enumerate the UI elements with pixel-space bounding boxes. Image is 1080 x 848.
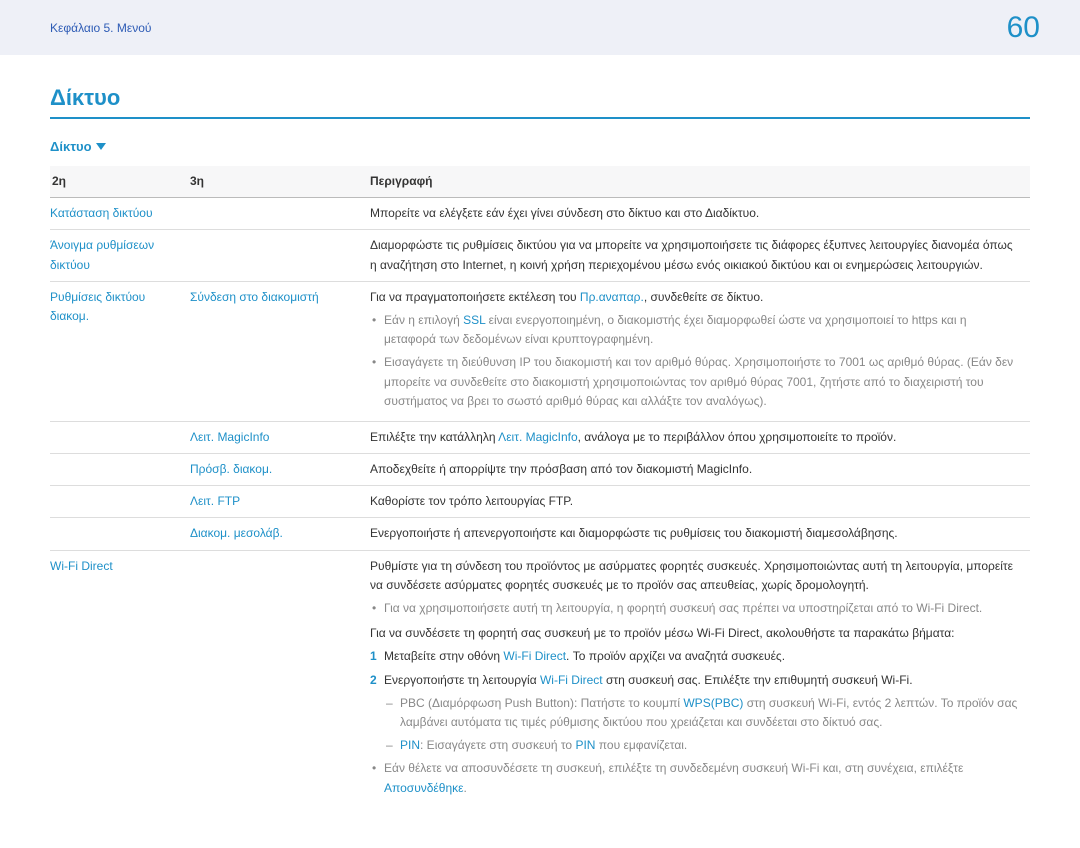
dash-list: PBC (Διαμόρφωση Push Button): Πατήστε το… [384, 694, 1020, 756]
cell-l1 [50, 486, 190, 518]
list-item: Ενεργοποιήστε τη λειτουργία Wi-Fi Direct… [384, 671, 1020, 756]
cell-desc: Ενεργοποιήστε ή απενεργοποιήστε και διαμ… [370, 518, 1030, 550]
list-item: Εάν η επιλογή SSL είναι ενεργοποιημένη, … [384, 311, 1020, 349]
text: Εάν θέλετε να αποσυνδέσετε τη συσκευή, ε… [384, 761, 963, 775]
cell-l2: Πρόσβ. διακομ. [190, 454, 370, 486]
cell-l1: Ρυθμίσεις δικτύου διακομ. [50, 281, 190, 421]
list-item: PBC (Διαμόρφωση Push Button): Πατήστε το… [400, 694, 1020, 732]
cell-l1 [50, 454, 190, 486]
cell-l2: Λειτ. FTP [190, 486, 370, 518]
cell-desc: Για να πραγματοποιήσετε εκτέλεση του Πρ.… [370, 281, 1030, 421]
inline-term: SSL [463, 313, 485, 327]
cell-l1 [50, 518, 190, 550]
table-row: Κατάσταση δικτύου Μπορείτε να ελέγξετε ε… [50, 198, 1030, 230]
text: Ενεργοποιήστε τη λειτουργία [384, 673, 540, 687]
text: Για να πραγματοποιήσετε εκτέλεση του [370, 290, 580, 304]
inline-term: WPS(PBC) [683, 696, 743, 710]
list-item: Μεταβείτε στην οθόνη Wi-Fi Direct. Το πρ… [384, 647, 1020, 666]
section-heading: Δίκτυο [50, 139, 1030, 154]
inline-term: PIN [400, 738, 420, 752]
page-number: 60 [1007, 11, 1040, 45]
cell-l1: Κατάσταση δικτύου [50, 198, 190, 230]
page-header: Κεφάλαιο 5. Μενού 60 [0, 0, 1080, 55]
text: , συνδεθείτε σε δίκτυο. [644, 290, 764, 304]
section-label-text: Δίκτυο [50, 139, 92, 154]
inline-term: Wi-Fi Direct [503, 649, 566, 663]
inline-term: Λειτ. MagicInfo [498, 430, 577, 444]
cell-l2 [190, 550, 370, 808]
text: , ανάλογα με το περιβάλλον όπου χρησιμοπ… [578, 430, 897, 444]
cell-l2: Διακομ. μεσολάβ. [190, 518, 370, 550]
text: που εμφανίζεται. [595, 738, 687, 752]
inline-term: Wi-Fi Direct [540, 673, 603, 687]
page-content: Δίκτυο Δίκτυο 2η 3η Περιγραφή Κατάσταση … [0, 55, 1080, 848]
cell-desc: Ρυθμίστε για τη σύνδεση του προϊόντος με… [370, 550, 1030, 808]
list-item: Εάν θέλετε να αποσυνδέσετε τη συσκευή, ε… [384, 759, 1020, 797]
bullet-list: Για να χρησιμοποιήσετε αυτή τη λειτουργί… [370, 599, 1020, 618]
text: Εάν η επιλογή [384, 313, 463, 327]
breadcrumb: Κεφάλαιο 5. Μενού [50, 21, 151, 35]
step-list: Μεταβείτε στην οθόνη Wi-Fi Direct. Το πρ… [370, 647, 1020, 755]
cell-l1: Wi-Fi Direct [50, 550, 190, 808]
paragraph: Για να συνδέσετε τη φορητή σας συσκευή μ… [370, 624, 1020, 643]
cell-desc: Αποδεχθείτε ή απορρίψτε την πρόσβαση από… [370, 454, 1030, 486]
cell-desc: Διαμορφώστε τις ρυθμίσεις δικτύου για να… [370, 230, 1030, 281]
cell-desc: Μπορείτε να ελέγξετε εάν έχει γίνει σύνδ… [370, 198, 1030, 230]
col-header-2: 3η [190, 166, 370, 198]
text: Επιλέξτε την κατάλληλη [370, 430, 498, 444]
cell-l2: Σύνδεση στο διακομιστή [190, 281, 370, 421]
text: PBC (Διαμόρφωση Push Button): Πατήστε το… [400, 696, 683, 710]
table-row: Λειτ. FTP Καθορίστε τον τρόπο λειτουργία… [50, 486, 1030, 518]
inline-term: Πρ.αναπαρ. [580, 290, 644, 304]
col-header-3: Περιγραφή [370, 166, 1030, 198]
list-item: Εισαγάγετε τη διεύθυνση IP του διακομιστ… [384, 353, 1020, 411]
table-row: Άνοιγμα ρυθμίσεων δικτύου Διαμορφώστε τι… [50, 230, 1030, 281]
table-row: Λειτ. MagicInfo Επιλέξτε την κατάλληλη Λ… [50, 421, 1030, 453]
cell-l1 [50, 421, 190, 453]
cell-desc: Καθορίστε τον τρόπο λειτουργίας FTP. [370, 486, 1030, 518]
text: . Το προϊόν αρχίζει να αναζητά συσκευές. [566, 649, 785, 663]
triangle-down-icon [96, 143, 106, 150]
cell-l2: Λειτ. MagicInfo [190, 421, 370, 453]
bullet-list: Εάν θέλετε να αποσυνδέσετε τη συσκευή, ε… [370, 759, 1020, 797]
text: στη συσκευή σας. Επιλέξτε την επιθυμητή … [603, 673, 913, 687]
page-title: Δίκτυο [50, 85, 1030, 119]
bullet-list: Εάν η επιλογή SSL είναι ενεργοποιημένη, … [370, 311, 1020, 411]
table-row: Πρόσβ. διακομ. Αποδεχθείτε ή απορρίψτε τ… [50, 454, 1030, 486]
table-header-row: 2η 3η Περιγραφή [50, 166, 1030, 198]
text: : Εισαγάγετε στη συσκευή το [420, 738, 575, 752]
cell-l1: Άνοιγμα ρυθμίσεων δικτύου [50, 230, 190, 281]
paragraph: Ρυθμίστε για τη σύνδεση του προϊόντος με… [370, 557, 1020, 595]
settings-table: 2η 3η Περιγραφή Κατάσταση δικτύου Μπορεί… [50, 166, 1030, 808]
table-row: Ρυθμίσεις δικτύου διακομ. Σύνδεση στο δι… [50, 281, 1030, 421]
inline-term: PIN [575, 738, 595, 752]
col-header-1: 2η [50, 166, 190, 198]
table-row: Wi-Fi Direct Ρυθμίστε για τη σύνδεση του… [50, 550, 1030, 808]
cell-l2 [190, 230, 370, 281]
cell-desc: Επιλέξτε την κατάλληλη Λειτ. MagicInfo, … [370, 421, 1030, 453]
table-row: Διακομ. μεσολάβ. Ενεργοποιήστε ή απενεργ… [50, 518, 1030, 550]
cell-l2 [190, 198, 370, 230]
text: . [463, 781, 466, 795]
text: Μεταβείτε στην οθόνη [384, 649, 503, 663]
list-item: Για να χρησιμοποιήσετε αυτή τη λειτουργί… [384, 599, 1020, 618]
inline-term: Αποσυνδέθηκε [384, 781, 463, 795]
list-item: PIN: Εισαγάγετε στη συσκευή το PIN που ε… [400, 736, 1020, 755]
